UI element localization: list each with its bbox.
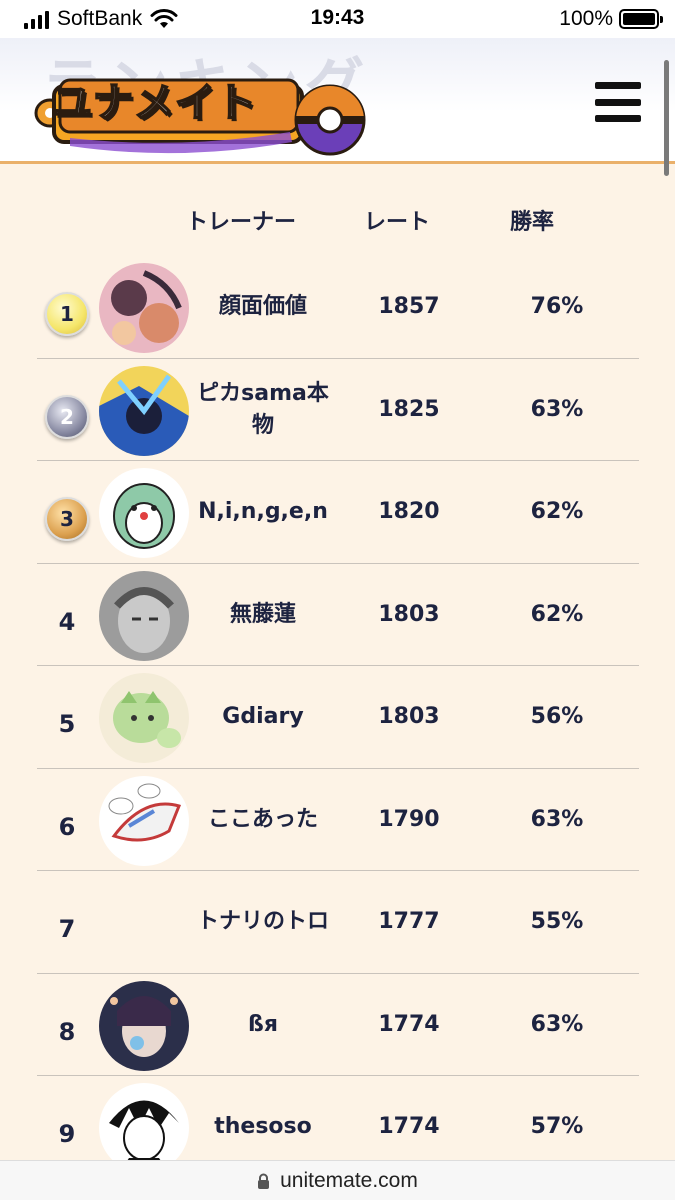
trainer-name: 顔面価値 [218,294,307,319]
rank-number: 8 [58,1017,76,1046]
avatar [99,263,189,353]
hamburger-menu-icon[interactable] [595,82,641,122]
trainer-winrate: 62% [530,601,584,627]
trainer-rate: 1803 [378,601,440,627]
avatar [99,570,189,661]
rank-number: 7 [58,915,76,943]
trainer-rate: 1803 [378,704,440,729]
trainer-rate: 1774 [378,1011,440,1037]
rank-number: 4 [58,607,76,636]
rank-number: 9 [58,1120,76,1148]
avatar [99,365,189,456]
battery-group: 100% [559,7,663,31]
gold-medal-icon: 1 [45,292,89,336]
trainer-rate: 1857 [378,294,440,319]
ranking-row[interactable]: 4 無藤蓮 1803 62% [37,564,639,666]
trainer-winrate: 56% [530,704,584,729]
column-header-trainer: トレーナー [186,210,297,235]
trainer-rate: 1825 [378,396,440,422]
status-bar: SoftBank 19:43 100% [0,0,675,38]
trainer-winrate: 76% [530,294,584,319]
trainer-name: トナリのトロ [196,909,329,934]
trainer-winrate: 63% [530,1011,584,1037]
battery-percentage: 100% [559,7,613,30]
avatar [99,468,189,558]
column-header-rate: レート [364,210,431,235]
trainer-name: Gdiary [222,704,304,729]
trainer-name: N,i,n,g,e,n [198,499,328,524]
site-header: ランキング ユナメイト [0,38,675,164]
ranking-row[interactable]: 5 Gdiary 1803 56% [37,666,639,769]
ranking-row[interactable]: 2 ピカsama本物 1825 63% [37,359,639,461]
ranking-row[interactable]: 7 トナリのトロ 1777 55% [37,871,639,974]
site-logo[interactable]: ユナメイト [30,58,380,158]
rank-number: 6 [58,812,76,841]
avatar [99,673,189,763]
trainer-winrate: 55% [530,909,584,934]
trainer-rate: 1777 [378,909,440,934]
bronze-medal-icon: 3 [45,497,89,541]
trainer-rate: 1820 [378,499,440,524]
trainer-name: ピカsama本物 [197,380,329,438]
rank-number: 5 [58,710,76,738]
ranking-table: 1 顔面価値 1857 76% 2 ピカsama本物 1825 63% 3 N,… [37,256,639,1179]
ranking-row[interactable]: 3 N,i,n,g,e,n 1820 62% [37,461,639,564]
trainer-rate: 1790 [378,806,440,832]
url-bar[interactable]: unitemate.com [0,1160,675,1200]
trainer-winrate: 63% [530,396,584,422]
avatar [99,980,189,1071]
column-header-winrate: 勝率 [510,210,555,235]
lock-icon [258,1173,270,1189]
url-domain: unitemate.com [280,1168,418,1192]
trainer-winrate: 63% [530,806,584,832]
scrollbar[interactable] [664,60,669,176]
trainer-name: ここあった [207,806,318,832]
avatar [99,775,189,866]
trainer-name: 無藤蓮 [229,601,296,627]
silver-medal-icon: 2 [45,394,89,439]
battery-icon [619,9,663,29]
ranking-row[interactable]: 1 顔面価値 1857 76% [37,256,639,359]
trainer-winrate: 62% [530,499,584,524]
ranking-row[interactable]: 8 ßя 1774 63% [37,974,639,1076]
trainer-name: ßя [248,1011,278,1037]
ranking-row[interactable]: 6 ここあった 1790 63% [37,769,639,871]
logo-text: ユナメイト [51,79,257,127]
